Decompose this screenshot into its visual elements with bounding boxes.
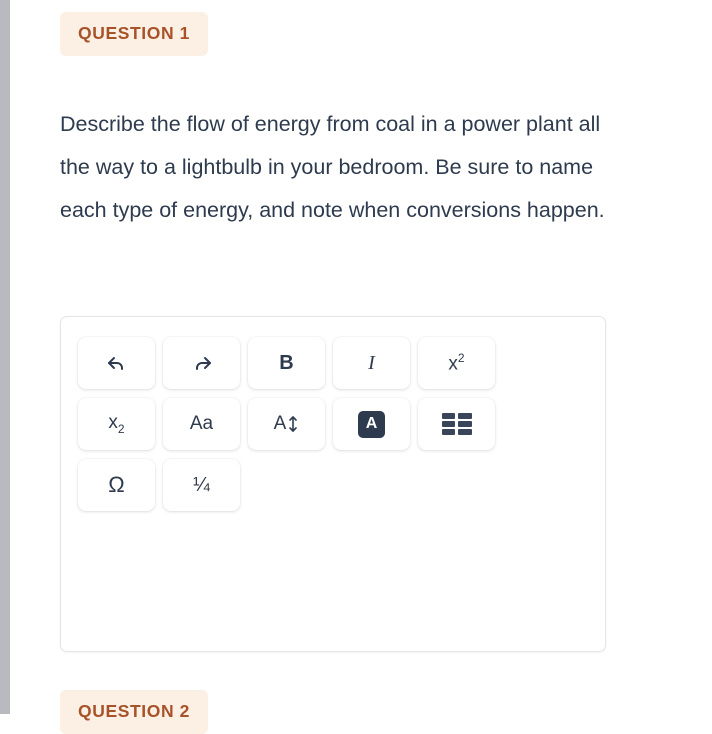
superscript-button[interactable]: x2	[418, 337, 495, 389]
answer-editor-card[interactable]: B I x2 x2 Aa A A Ω ¼	[60, 316, 606, 652]
superscript-icon: x2	[448, 351, 464, 375]
fraction-button[interactable]: ¼	[163, 459, 240, 511]
superscript-base: x	[448, 353, 458, 375]
font-family-button[interactable]: Aa	[163, 398, 240, 450]
italic-button[interactable]: I	[333, 337, 410, 389]
line-height-button[interactable]: A	[248, 398, 325, 450]
question-1-prompt: Describe the flow of energy from coal in…	[60, 112, 605, 222]
redo-button[interactable]	[163, 337, 240, 389]
line-height-letter: A	[273, 413, 287, 434]
vertical-scrollbar-thumb[interactable]	[0, 0, 10, 714]
subscript-base: x	[108, 412, 118, 434]
text-color-button[interactable]: A	[333, 398, 410, 450]
question-1-badge: QUESTION 1	[60, 12, 208, 56]
subscript-icon: x2	[108, 412, 124, 436]
bold-button[interactable]: B	[248, 337, 325, 389]
table-button[interactable]	[418, 398, 495, 450]
bold-icon: B	[279, 351, 294, 374]
superscript-exponent: 2	[457, 350, 465, 365]
font-family-icon: Aa	[189, 413, 214, 434]
undo-button[interactable]	[78, 337, 155, 389]
table-grid-icon	[441, 413, 472, 435]
subscript-index: 2	[117, 421, 125, 436]
undo-arrow-icon	[105, 351, 129, 375]
question-2-badge: QUESTION 2	[60, 690, 208, 734]
text-color-icon: A	[358, 410, 385, 438]
omega-symbol-icon: Ω	[108, 472, 125, 497]
symbol-button[interactable]: Ω	[78, 459, 155, 511]
subscript-button[interactable]: x2	[78, 398, 155, 450]
redo-arrow-icon	[190, 351, 214, 375]
italic-icon: I	[368, 351, 375, 374]
question-page: QUESTION 1 Describe the flow of energy f…	[10, 0, 712, 734]
line-height-icon: A	[274, 413, 300, 435]
fraction-icon: ¼	[193, 473, 210, 496]
editor-toolbar: B I x2 x2 Aa A A Ω ¼	[78, 337, 510, 520]
vertical-scrollbar-track[interactable]	[0, 0, 10, 714]
